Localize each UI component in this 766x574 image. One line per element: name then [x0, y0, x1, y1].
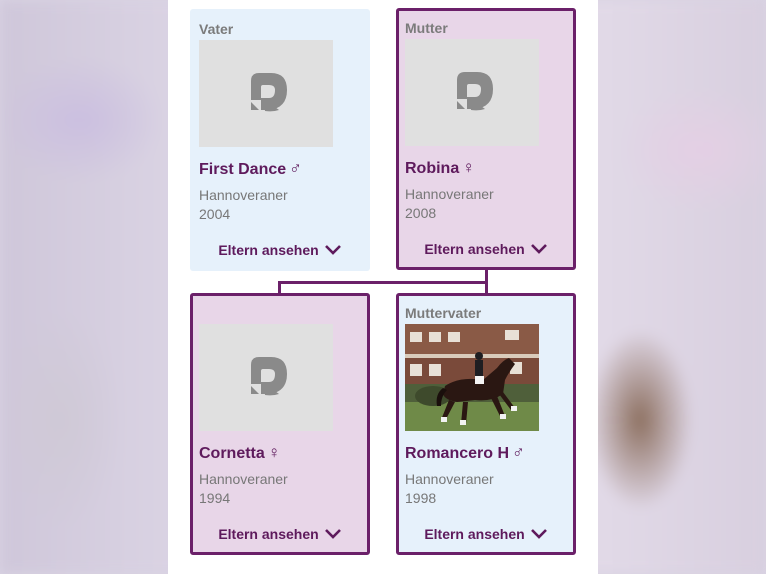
placeholder-logo-icon [251, 73, 287, 112]
horse-breed: Hannoveraner [199, 187, 288, 203]
chevron-down-icon [324, 244, 341, 255]
placeholder-logo-icon [251, 357, 287, 396]
view-parents-label: Eltern ansehen [424, 526, 525, 542]
horse-name-text: First Dance [199, 161, 287, 178]
horse-photo-placeholder [199, 324, 333, 431]
horse-breed: Hannoveraner [199, 471, 288, 487]
view-parents-label: Eltern ansehen [218, 242, 319, 258]
female-icon: ♀ [462, 158, 475, 177]
card-role-label: Mutter [405, 20, 448, 36]
horse-breed: Hannoveraner [405, 471, 494, 487]
horse-photo-placeholder [199, 40, 333, 147]
horse-name-text: Cornetta [199, 445, 265, 462]
chevron-down-icon [530, 528, 547, 539]
pedigree-card-maternal-grandmother[interactable]: Cornetta ♀ Hannoveraner 1994 Eltern anseh… [190, 293, 370, 555]
horse-birth-year: 2008 [405, 205, 437, 221]
horse-name[interactable]: Cornetta ♀ [199, 443, 281, 463]
card-role-label: Muttervater [405, 305, 482, 321]
view-parents-button[interactable]: Eltern ansehen [399, 526, 573, 542]
horse-name[interactable]: Romancero H ♂ [405, 443, 525, 463]
horse-birth-year: 1998 [405, 490, 437, 506]
placeholder-logo-icon [457, 72, 493, 111]
view-parents-label: Eltern ansehen [218, 526, 319, 542]
horse-name-text: Romancero H [405, 445, 510, 462]
horse-birth-year: 2004 [199, 206, 231, 222]
view-parents-button[interactable]: Eltern ansehen [190, 242, 370, 258]
horse-dressage-photo-icon [405, 324, 539, 431]
horse-name[interactable]: First Dance ♂ [199, 159, 302, 179]
view-parents-button[interactable]: Eltern ansehen [193, 526, 367, 542]
pedigree-panel: Vater First Dance ♂ Hannoveraner 2004 Elt… [168, 0, 598, 574]
male-icon: ♂ [289, 159, 302, 178]
chevron-down-icon [324, 528, 341, 539]
view-parents-label: Eltern ansehen [424, 241, 525, 257]
pedigree-connector-horizontal [278, 281, 488, 284]
horse-breed: Hannoveraner [405, 186, 494, 202]
male-icon: ♂ [512, 443, 525, 462]
pedigree-card-maternal-grandfather[interactable]: Muttervater Romancero H ♂ Hannoveraner 1… [396, 293, 576, 555]
horse-photo-placeholder [405, 39, 539, 146]
view-parents-button[interactable]: Eltern ansehen [399, 241, 573, 257]
chevron-down-icon [530, 243, 547, 254]
pedigree-card-mother[interactable]: Mutter Robina ♀ Hannoveraner 2008 Eltern … [396, 8, 576, 270]
horse-photo [405, 324, 539, 431]
female-icon: ♀ [267, 443, 281, 462]
horse-name[interactable]: Robina ♀ [405, 158, 475, 178]
horse-birth-year: 1994 [199, 490, 231, 506]
horse-name-text: Robina [405, 160, 460, 177]
card-role-label: Vater [199, 21, 234, 37]
pedigree-card-father[interactable]: Vater First Dance ♂ Hannoveraner 2004 Elt… [190, 9, 370, 271]
